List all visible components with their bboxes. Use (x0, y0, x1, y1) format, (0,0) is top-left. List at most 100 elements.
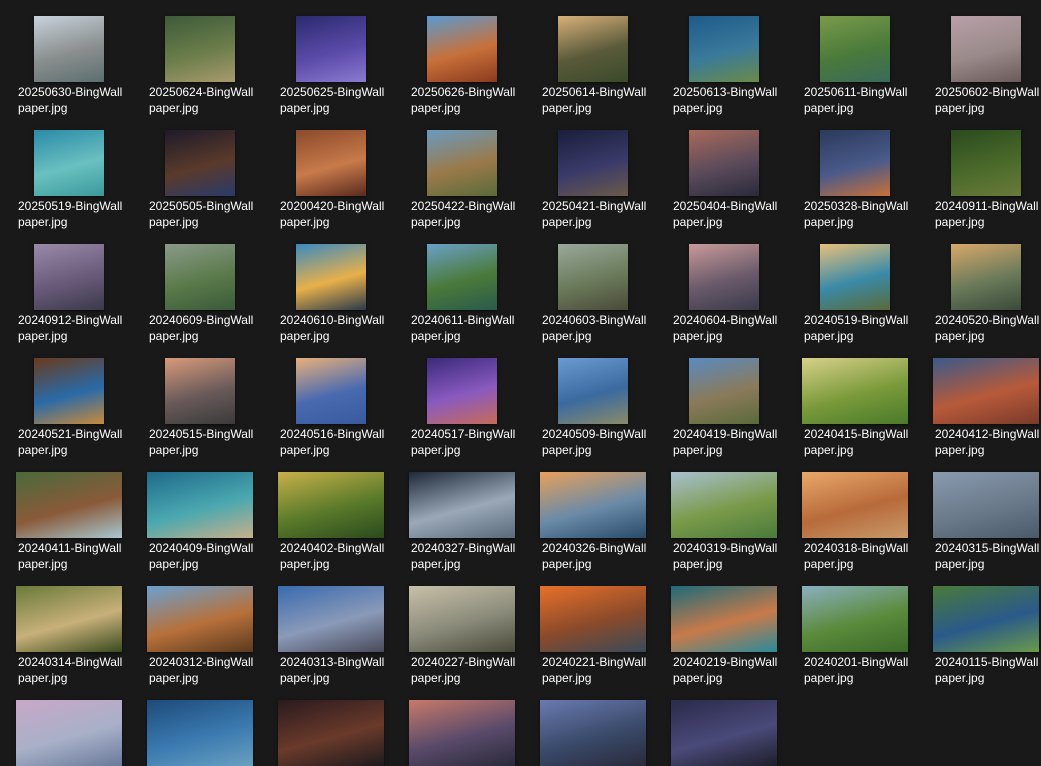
file-name-line: 20250613-BingWall (673, 85, 778, 99)
thumbnail-frame (530, 350, 655, 424)
file-name: 20250624-BingWall paper.jpg (149, 84, 261, 116)
file-name: 20250602-BingWall paper.jpg (935, 84, 1041, 116)
file-name-line: 20240326-BingWall (542, 541, 647, 555)
file-item[interactable]: 20240912-BingWall paper.jpg (6, 236, 131, 344)
file-name-line: paper.jpg (18, 557, 68, 571)
file-item[interactable]: 20240911-BingWall paper.jpg (923, 122, 1041, 230)
file-name-line: 20240313-BingWall (280, 655, 385, 669)
file-item[interactable]: 20240319-BingWall paper.jpg (661, 464, 786, 572)
file-item[interactable]: 20240415-BingWall paper.jpg (792, 350, 917, 458)
file-item[interactable]: 20240516-BingWall paper.jpg (268, 350, 393, 458)
thumbnail-frame (399, 350, 524, 424)
file-item[interactable]: 20250611-BingWall paper.jpg (792, 8, 917, 116)
thumbnail-frame (530, 464, 655, 538)
file-name: 20240219-BingWall paper.jpg (673, 654, 785, 686)
file-item[interactable]: 20240517-BingWall paper.jpg (399, 350, 524, 458)
file-item[interactable]: 20250422-BingWall paper.jpg (399, 122, 524, 230)
image-thumbnail (801, 586, 908, 652)
file-item[interactable] (137, 692, 262, 766)
file-item[interactable]: 20240611-BingWall paper.jpg (399, 236, 524, 344)
file-item[interactable]: 20250614-BingWall paper.jpg (530, 8, 655, 116)
file-item[interactable]: 20240515-BingWall paper.jpg (137, 350, 262, 458)
file-name-line: paper.jpg (280, 557, 330, 571)
thumbnail-frame (137, 578, 262, 652)
file-item[interactable]: 20240519-BingWall paper.jpg (792, 236, 917, 344)
file-item[interactable]: 20240610-BingWall paper.jpg (268, 236, 393, 344)
file-item[interactable]: 20250519-BingWall paper.jpg (6, 122, 131, 230)
file-name: 20240312-BingWall paper.jpg (149, 654, 261, 686)
file-item[interactable]: 20240219-BingWall paper.jpg (661, 578, 786, 686)
file-name-line: paper.jpg (411, 671, 461, 685)
file-item[interactable]: 20240521-BingWall paper.jpg (6, 350, 131, 458)
file-name-line: 20250626-BingWall (411, 85, 516, 99)
file-item[interactable]: 20240603-BingWall paper.jpg (530, 236, 655, 344)
file-item[interactable]: 20200420-BingWall paper.jpg (268, 122, 393, 230)
file-name-line: paper.jpg (673, 443, 723, 457)
file-item[interactable]: 20240609-BingWall paper.jpg (137, 236, 262, 344)
file-item[interactable]: 20240227-BingWall paper.jpg (399, 578, 524, 686)
file-item[interactable]: 20240419-BingWall paper.jpg (661, 350, 786, 458)
thumbnail-frame (137, 122, 262, 196)
thumbnail-frame (530, 8, 655, 82)
file-item[interactable]: 20240201-BingWall paper.jpg (792, 578, 917, 686)
file-item[interactable]: 20240221-BingWall paper.jpg (530, 578, 655, 686)
file-item[interactable] (6, 692, 131, 766)
file-item[interactable]: 20240412-BingWall paper.jpg (923, 350, 1041, 458)
file-item[interactable]: 20240520-BingWall paper.jpg (923, 236, 1041, 344)
thumbnail-frame (661, 578, 786, 652)
file-name-line: 20240409-BingWall (149, 541, 254, 555)
image-thumbnail (557, 358, 628, 424)
file-name-line: paper.jpg (280, 671, 330, 685)
file-name: 20250421-BingWall paper.jpg (542, 198, 654, 230)
file-item[interactable]: 20250602-BingWall paper.jpg (923, 8, 1041, 116)
thumbnail-frame (792, 236, 917, 310)
file-item[interactable]: 20250613-BingWall paper.jpg (661, 8, 786, 116)
file-item[interactable]: 20250626-BingWall paper.jpg (399, 8, 524, 116)
file-item[interactable]: 20240411-BingWall paper.jpg (6, 464, 131, 572)
file-item[interactable]: 20240315-BingWall paper.jpg (923, 464, 1041, 572)
file-item[interactable]: 20250505-BingWall paper.jpg (137, 122, 262, 230)
file-item[interactable] (661, 692, 786, 766)
image-thumbnail (426, 16, 497, 82)
file-item[interactable]: 20240314-BingWall paper.jpg (6, 578, 131, 686)
file-item[interactable]: 20250630-BingWall paper.jpg (6, 8, 131, 116)
file-item[interactable]: 20240509-BingWall paper.jpg (530, 350, 655, 458)
file-item[interactable]: 20240327-BingWall paper.jpg (399, 464, 524, 572)
file-item[interactable] (268, 692, 393, 766)
file-name: 20250614-BingWall paper.jpg (542, 84, 654, 116)
file-item[interactable]: 20250624-BingWall paper.jpg (137, 8, 262, 116)
thumbnail-frame (399, 692, 524, 766)
file-item[interactable]: 20240604-BingWall paper.jpg (661, 236, 786, 344)
file-item[interactable]: 20240409-BingWall paper.jpg (137, 464, 262, 572)
image-thumbnail (819, 16, 890, 82)
image-thumbnail (295, 16, 366, 82)
file-name-line: 20240515-BingWall (149, 427, 254, 441)
file-item[interactable]: 20250421-BingWall paper.jpg (530, 122, 655, 230)
file-name-line: paper.jpg (935, 101, 985, 115)
thumbnail-frame (661, 8, 786, 82)
file-item[interactable]: 20250328-BingWall paper.jpg (792, 122, 917, 230)
file-item[interactable]: 20240312-BingWall paper.jpg (137, 578, 262, 686)
file-name: 20250630-BingWall paper.jpg (18, 84, 130, 116)
file-name-line: 20240912-BingWall (18, 313, 123, 327)
thumbnail-frame (530, 236, 655, 310)
image-thumbnail (426, 244, 497, 310)
file-name-line: 20240318-BingWall (804, 541, 909, 555)
image-thumbnail (801, 358, 908, 424)
file-name: 20240419-BingWall paper.jpg (673, 426, 785, 458)
file-item[interactable]: 20240402-BingWall paper.jpg (268, 464, 393, 572)
file-item[interactable]: 20240326-BingWall paper.jpg (530, 464, 655, 572)
file-item[interactable]: 20250625-BingWall paper.jpg (268, 8, 393, 116)
file-item[interactable]: 20240318-BingWall paper.jpg (792, 464, 917, 572)
file-item[interactable] (399, 692, 524, 766)
file-item[interactable]: 20240313-BingWall paper.jpg (268, 578, 393, 686)
file-name-line: paper.jpg (18, 443, 68, 457)
file-item[interactable] (530, 692, 655, 766)
image-thumbnail (670, 472, 777, 538)
file-item[interactable]: 20240115-BingWall paper.jpg (923, 578, 1041, 686)
file-name-line: paper.jpg (280, 215, 330, 229)
file-name-line: paper.jpg (673, 671, 723, 685)
file-name-line: paper.jpg (935, 671, 985, 685)
image-thumbnail (950, 130, 1021, 196)
file-item[interactable]: 20250404-BingWall paper.jpg (661, 122, 786, 230)
